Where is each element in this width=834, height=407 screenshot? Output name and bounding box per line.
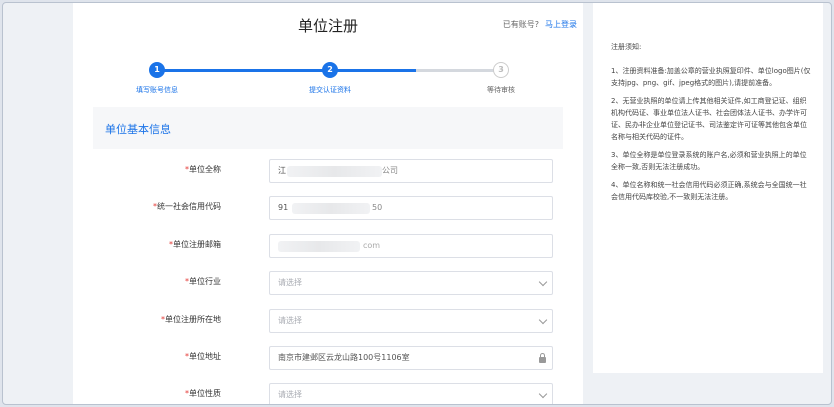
unit-name-suffix: 公司 [382, 166, 398, 175]
field-label: *单位注册所在地 [161, 314, 221, 325]
field-label: *单位地址 [185, 351, 221, 362]
step-3-label: 等待审核 [487, 86, 515, 94]
field-label: *单位注册邮箱 [169, 239, 221, 250]
redacted-region [287, 166, 382, 177]
field-label: *单位全称 [185, 164, 221, 175]
login-hint-text: 已有账号? [502, 20, 539, 29]
credit-code-suffix: 50 [372, 203, 383, 212]
field-label-text: 单位注册所在地 [165, 315, 221, 324]
section-title: 单位基本信息 [105, 123, 171, 136]
progress-track-pending [416, 69, 501, 72]
email-suffix: com [363, 241, 381, 250]
chevron-down-icon [538, 389, 548, 399]
notice-title: 注册须知: [611, 43, 642, 51]
field-label: *单位行业 [185, 276, 221, 287]
email-field[interactable]: com [269, 234, 553, 258]
lock-icon [539, 353, 546, 363]
notice-item: 2、无营业执照的单位请上传其他相关证件,如工商登记证、组织机构代码证、事业单位法… [611, 97, 807, 141]
industry-select[interactable]: 请选择 [269, 271, 553, 295]
nature-select[interactable]: 请选择 [269, 383, 553, 404]
step-1-label: 填写账号信息 [136, 86, 178, 94]
field-label-text: 单位全称 [189, 165, 221, 174]
redacted-region [278, 241, 360, 252]
step-1-indicator: 1 [149, 62, 165, 78]
notice-item: 3、单位全称是单位登录系统的账户名,必须和营业执照上的单位全称一致,否则无法注册… [611, 151, 807, 171]
notice-item: 1、注册资料准备:加盖公章的营业执照复印件、单位logo图片(仅支持jpg、pn… [611, 67, 811, 87]
notice-panel: 注册须知: 1、注册资料准备:加盖公章的营业执照复印件、单位logo图片(仅支持… [593, 3, 823, 373]
field-label-text: 单位注册邮箱 [173, 240, 221, 249]
nature-placeholder: 请选择 [278, 390, 302, 399]
redacted-region [292, 203, 370, 214]
field-label-text: 单位行业 [189, 277, 221, 286]
field-label-text: 单位地址 [189, 352, 221, 361]
step-2-indicator: 2 [322, 62, 338, 78]
form-row-email: *单位注册邮箱 com [93, 234, 563, 258]
form-row-industry: *单位行业 请选择 [93, 271, 563, 295]
unit-name-input[interactable]: 江 公司 [269, 159, 553, 183]
form-row-location: *单位注册所在地 请选择 [93, 309, 563, 333]
field-label-text: 单位性质 [189, 389, 221, 398]
unit-name-value: 江 [278, 166, 286, 175]
form-row-unit-name: *单位全称 江 公司 [93, 159, 563, 183]
step-3-indicator: 3 [493, 62, 509, 78]
location-select[interactable]: 请选择 [269, 309, 553, 333]
credit-code-value: 91 [278, 203, 289, 212]
step-2-label: 提交认证资料 [309, 86, 351, 94]
form-row-credit-code: *统一社会信用代码 91 50 [93, 196, 563, 220]
section-header: 单位基本信息 [93, 107, 563, 149]
login-hint: 已有账号? 马上登录 [503, 19, 577, 30]
address-value: 南京市建邺区云龙山路100号1106室 [278, 353, 410, 362]
chevron-down-icon [538, 277, 548, 287]
credit-code-input[interactable]: 91 50 [269, 196, 553, 220]
field-label-text: 统一社会信用代码 [157, 202, 221, 211]
form-row-nature: *单位性质 请选择 [93, 383, 563, 404]
form-row-address: *单位地址 南京市建邺区云龙山路100号1106室 [93, 346, 563, 370]
notice-item: 4、单位名称和统一社会信用代码必须正确,系统会与全国统一社会信用代码库校验,不一… [611, 181, 807, 201]
field-label: *统一社会信用代码 [153, 201, 221, 212]
progress-track-done [157, 69, 416, 72]
page-frame: 单位注册 已有账号? 马上登录 1 填写账号信息 2 提交认证资料 3 等待审核 … [2, 2, 832, 405]
field-label: *单位性质 [185, 388, 221, 399]
login-link[interactable]: 马上登录 [545, 20, 577, 29]
address-input[interactable]: 南京市建邺区云龙山路100号1106室 [269, 346, 553, 370]
registration-panel: 单位注册 已有账号? 马上登录 1 填写账号信息 2 提交认证资料 3 等待审核 … [73, 3, 583, 404]
registration-notice: 注册须知: 1、注册资料准备:加盖公章的营业执照复印件、单位logo图片(仅支持… [611, 41, 811, 209]
industry-placeholder: 请选择 [278, 278, 302, 287]
chevron-down-icon [538, 315, 548, 325]
location-placeholder: 请选择 [278, 316, 302, 325]
